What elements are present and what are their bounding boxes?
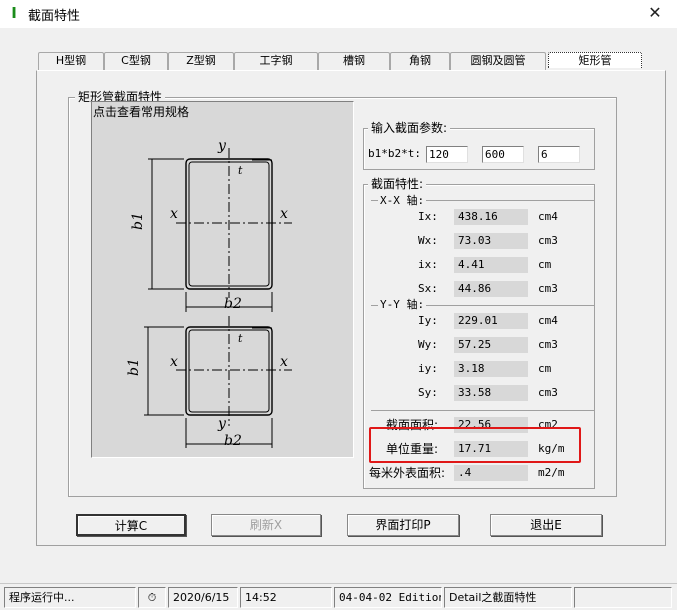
label-t-lower: t (238, 332, 243, 345)
rx-value: 4.41 (454, 257, 528, 273)
xx-header: X-X 轴: (378, 194, 427, 208)
status-text: 程序运行中... (4, 587, 136, 608)
window-title: 截面特性 (28, 9, 81, 24)
label-y-upper: y (217, 138, 227, 154)
status-edition: 04-04-02 Edition (334, 587, 442, 608)
t-input[interactable]: 6 (538, 146, 580, 163)
label-t-upper: t (238, 164, 243, 177)
ry-value: 3.18 (454, 361, 528, 377)
tab-z-steel[interactable]: Z型钢 (168, 52, 234, 70)
ix-label: Ix: (418, 210, 438, 223)
label-b2-lower: b2 (224, 433, 242, 449)
iy-unit: cm4 (538, 314, 558, 327)
ry-unit: cm (538, 362, 552, 375)
diagram-svg: y t x x b1 b2 t x x b1 y b2 (126, 138, 292, 449)
sx-label: Sx: (418, 282, 438, 295)
iy-label: Iy: (418, 314, 438, 327)
iy-value: 229.01 (454, 313, 528, 329)
surface-label: 每米外表面积: (369, 466, 446, 480)
sy-unit: cm3 (538, 386, 558, 399)
label-b1-upper: b1 (130, 212, 146, 230)
sy-label: Sy: (418, 386, 438, 399)
calc-button[interactable]: 计算C (76, 514, 186, 536)
wx-unit: cm3 (538, 234, 558, 247)
status-date: 2020/6/15 (168, 587, 238, 608)
status-time: 14:52 (240, 587, 332, 608)
ix-unit: cm4 (538, 210, 558, 223)
wy-value: 57.25 (454, 337, 528, 353)
sx-value: 44.86 (454, 281, 528, 297)
exit-button[interactable]: 退出E (490, 514, 602, 536)
input-group-title: 输入截面参数: (368, 120, 451, 136)
label-b1-lower: b1 (126, 358, 142, 376)
status-bar: 程序运行中... ⏱ 2020/6/15 14:52 04-04-02 Edit… (0, 583, 677, 610)
sy-value: 33.58 (454, 385, 528, 401)
label-x-left-upper: x (170, 206, 178, 222)
close-button[interactable]: ✕ (641, 2, 669, 24)
tab-h-steel[interactable]: H型钢 (38, 52, 104, 70)
wx-value: 73.03 (454, 233, 528, 249)
param-label: b1*b2*t: (368, 147, 421, 160)
tab-angle[interactable]: 角钢 (390, 52, 450, 70)
b2-input[interactable]: 600 (482, 146, 524, 163)
wy-unit: cm3 (538, 338, 558, 351)
highlight-box (369, 427, 581, 463)
refresh-button[interactable]: 刷新X (211, 514, 321, 536)
ix-value: 438.16 (454, 209, 528, 225)
ry-label: iy: (418, 362, 438, 375)
tab-i-beam[interactable]: 工字钢 (234, 52, 318, 70)
label-x-right-lower: x (280, 354, 288, 370)
wx-label: Wx: (418, 234, 438, 247)
surface-unit: m2/m (538, 466, 565, 479)
label-x-right-upper: x (280, 206, 288, 222)
app-icon: I (11, 4, 17, 22)
section-diagram[interactable]: 点击查看常用规格 y t x x b1 b2 t x x b1 y b2 (91, 101, 354, 458)
tab-c-steel[interactable]: C型钢 (104, 52, 168, 70)
tab-rect-tube[interactable]: 矩形管 (548, 52, 642, 68)
status-detail: Detail之截面特性 (444, 587, 572, 608)
props-group-title: 截面特性: (368, 176, 427, 192)
print-button[interactable]: 界面打印P (347, 514, 459, 536)
sx-unit: cm3 (538, 282, 558, 295)
surface-value: .4 (454, 465, 528, 481)
yy-header: Y-Y 轴: (378, 298, 427, 312)
label-b2-upper: b2 (224, 296, 242, 312)
rx-unit: cm (538, 258, 552, 271)
tab-round[interactable]: 圆钢及圆管 (450, 52, 546, 70)
label-y-lower: y (217, 416, 227, 432)
rx-label: ix: (418, 258, 438, 271)
label-x-left-lower: x (170, 354, 178, 370)
tab-channel[interactable]: 槽钢 (318, 52, 390, 70)
status-empty (574, 587, 672, 608)
clock-icon: ⏱ (138, 587, 166, 608)
title-bar: I 截面特性 ✕ (0, 0, 677, 28)
wy-label: Wy: (418, 338, 438, 351)
b1-input[interactable]: 120 (426, 146, 468, 163)
